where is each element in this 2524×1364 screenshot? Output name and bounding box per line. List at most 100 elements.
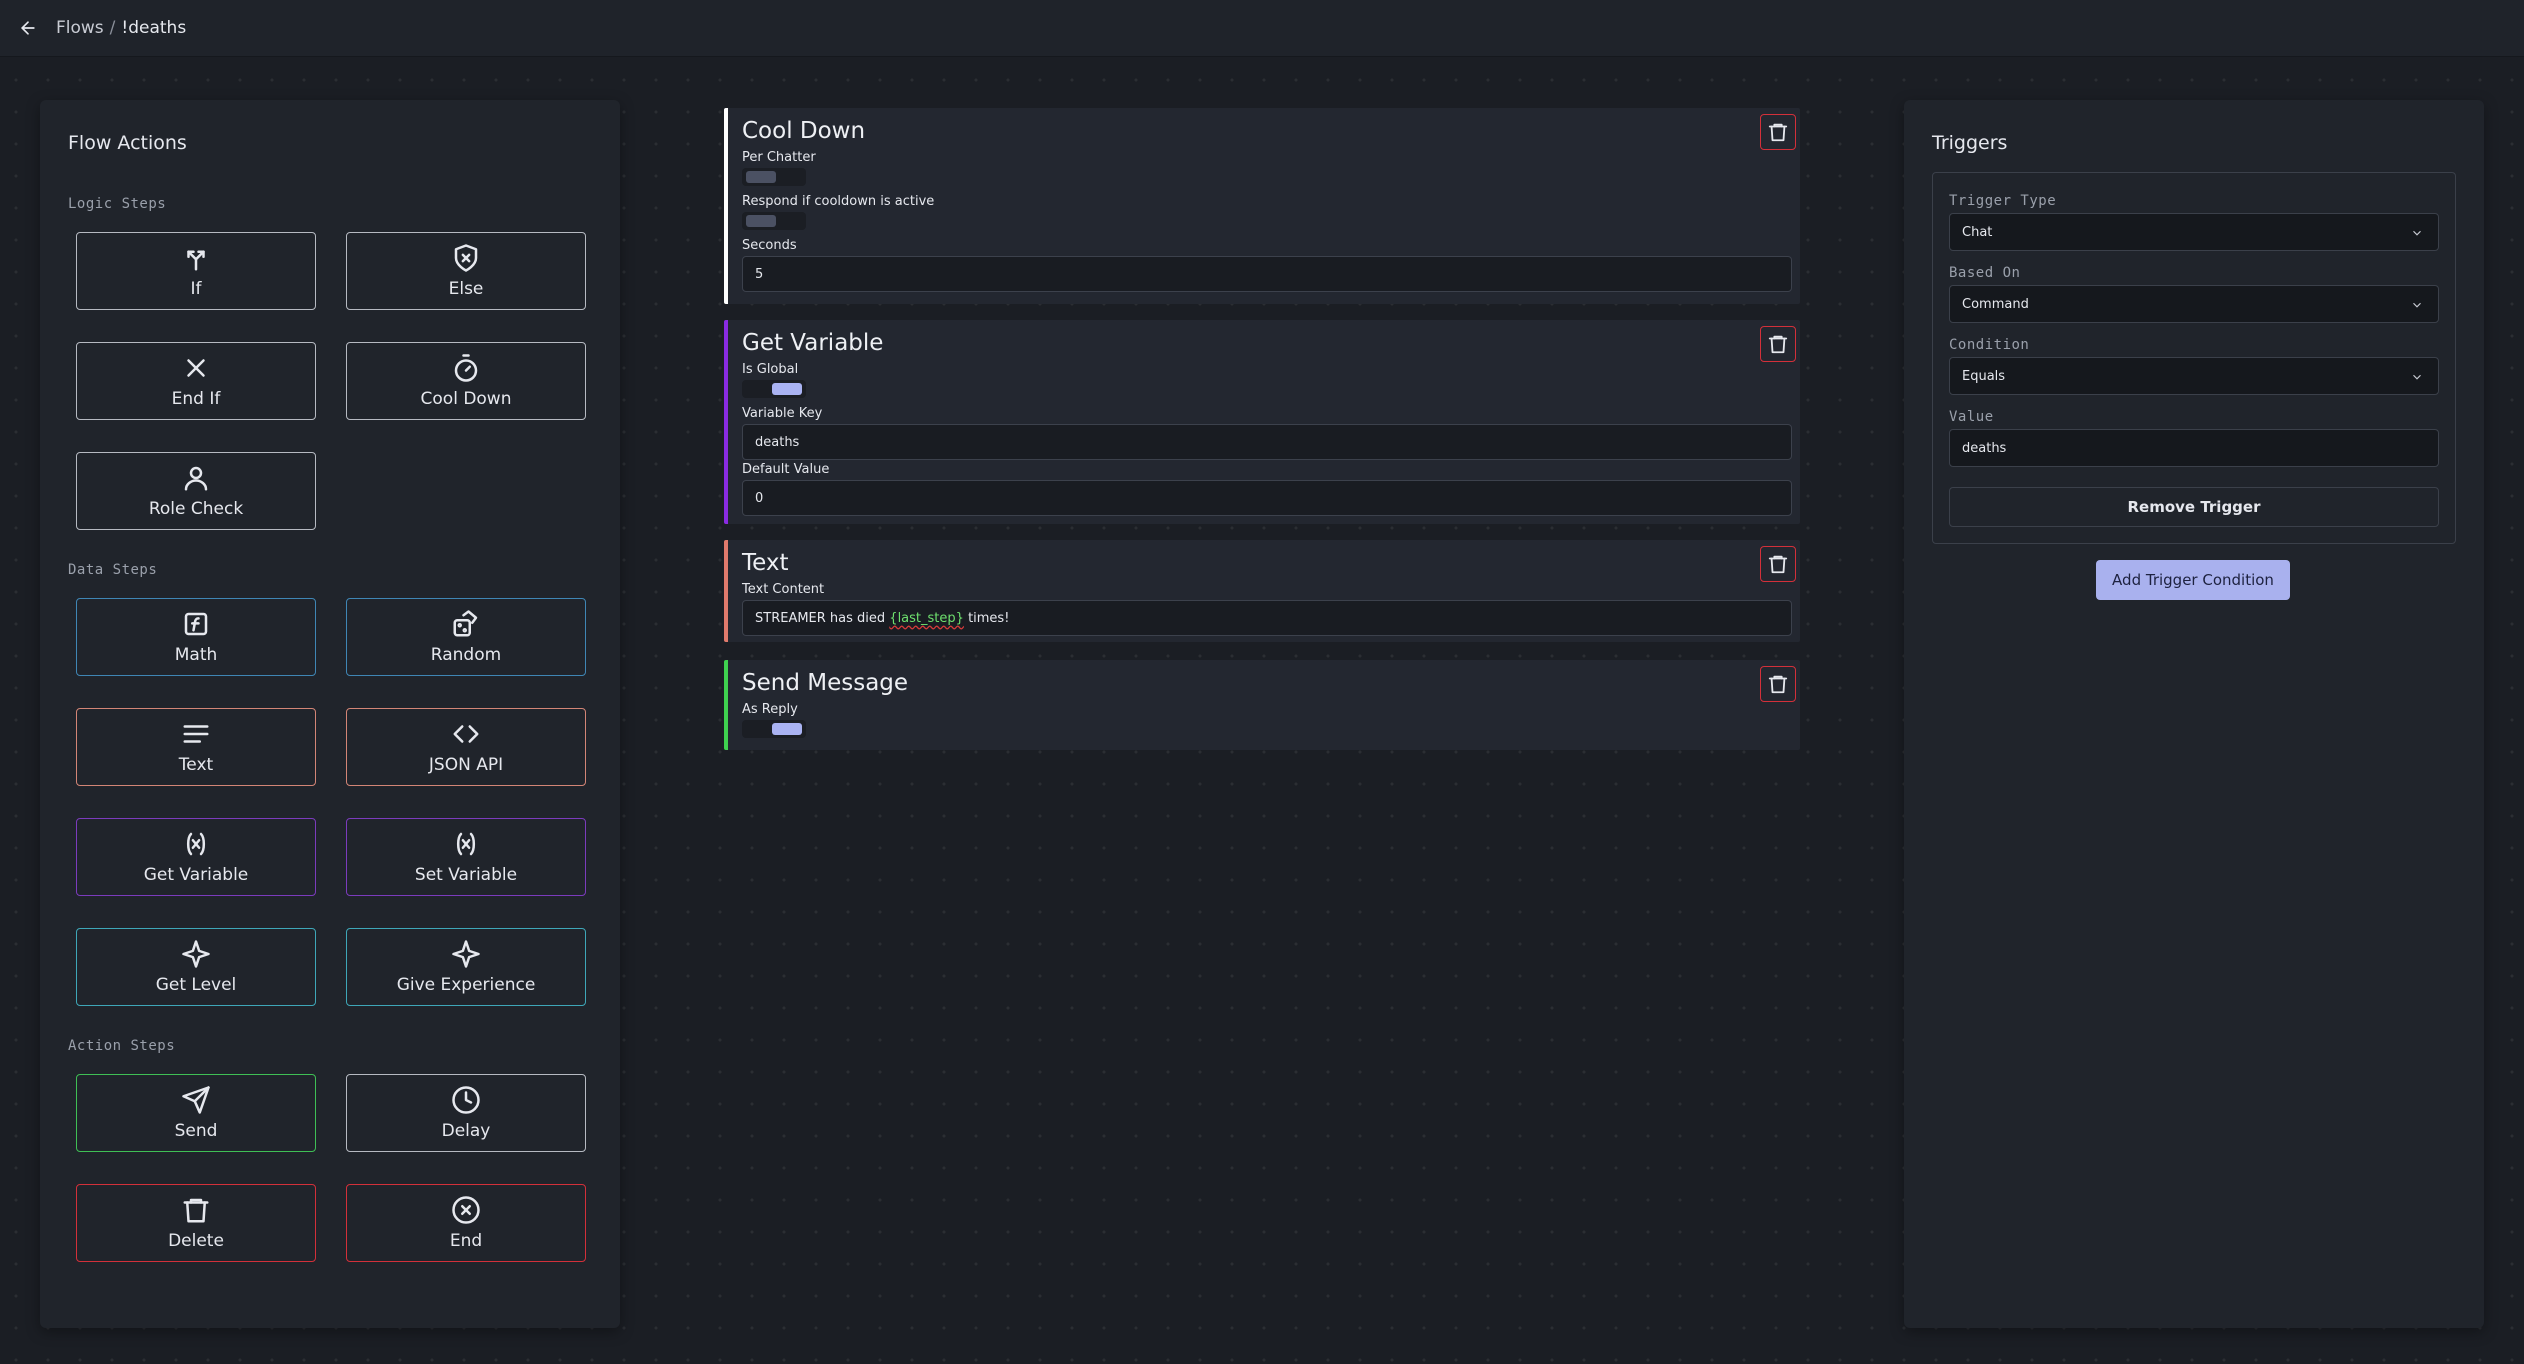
default-value-input[interactable]: 0: [742, 480, 1792, 516]
toggle-knob: [772, 723, 802, 735]
seconds-input[interactable]: 5: [742, 256, 1792, 292]
delete-step-button[interactable]: [1760, 114, 1796, 150]
chevron-down-icon: [2410, 226, 2424, 240]
role-check-button[interactable]: Role Check: [76, 452, 316, 530]
based-on-value: Command: [1962, 296, 2029, 312]
breadcrumb-flows[interactable]: Flows: [56, 18, 104, 38]
dice-icon: [453, 610, 478, 637]
cool-down-card: Cool Down Per Chatter Respond if cooldow…: [724, 108, 1800, 304]
variable-key-input[interactable]: deaths: [742, 424, 1792, 460]
give-experience-button[interactable]: Give Experience: [346, 928, 586, 1006]
cool-down-title: Cool Down: [742, 118, 866, 144]
condition-value: Equals: [1962, 368, 2006, 384]
else-button[interactable]: Else: [346, 232, 586, 310]
sparkle-icon: [182, 940, 210, 968]
delete-step-button[interactable]: [1760, 546, 1796, 582]
trigger-type-select[interactable]: Chat: [1949, 213, 2439, 251]
trash-icon: [183, 1198, 209, 1223]
text-content-before: STREAMER has died: [755, 610, 886, 626]
math-button[interactable]: Math: [76, 598, 316, 676]
trigger-type-value: Chat: [1962, 224, 1993, 240]
delete-step-button[interactable]: [1760, 666, 1796, 702]
delay-label: Delay: [441, 1121, 491, 1141]
flow-actions-panel: Flow Actions Logic Steps If Else End If …: [40, 100, 620, 1328]
random-button[interactable]: Random: [346, 598, 586, 676]
is-global-toggle[interactable]: [742, 380, 806, 398]
triggers-panel: Triggers Trigger Type Chat Based On Comm…: [1904, 100, 2484, 1328]
text-label: Text: [178, 755, 214, 775]
random-label: Random: [430, 645, 502, 665]
trigger-condition-box: Trigger Type Chat Based On Command Condi…: [1932, 172, 2456, 544]
give-experience-label: Give Experience: [396, 975, 536, 995]
respond-if-cooldown-label: Respond if cooldown is active: [742, 194, 935, 209]
value-input[interactable]: deaths: [1949, 429, 2439, 467]
trigger-type-label: Trigger Type: [1949, 193, 2057, 209]
send-message-title: Send Message: [742, 670, 909, 696]
cool-down-button[interactable]: Cool Down: [346, 342, 586, 420]
delay-button[interactable]: Delay: [346, 1074, 586, 1152]
get-variable-button[interactable]: Get Variable: [76, 818, 316, 896]
get-variable-title: Get Variable: [742, 330, 884, 356]
send-message-card: Send Message As Reply: [724, 660, 1800, 750]
chevron-down-icon: [2410, 370, 2424, 384]
condition-select[interactable]: Equals: [1949, 357, 2439, 395]
variable-key-label: Variable Key: [742, 406, 823, 421]
user-icon: [184, 466, 208, 491]
trash-icon: [1768, 675, 1788, 694]
chevron-down-icon: [2410, 298, 2424, 312]
logic-steps-label: Logic Steps: [68, 196, 167, 212]
get-variable-label: Get Variable: [143, 865, 249, 885]
respond-if-cooldown-toggle[interactable]: [742, 212, 806, 230]
variable-icon: [456, 832, 476, 856]
action-steps-label: Action Steps: [68, 1038, 176, 1054]
send-button[interactable]: Send: [76, 1074, 316, 1152]
as-reply-toggle[interactable]: [742, 720, 806, 738]
delete-step-button[interactable]: [1760, 326, 1796, 362]
end-if-button[interactable]: End If: [76, 342, 316, 420]
else-label: Else: [448, 279, 484, 299]
function-icon: [184, 612, 208, 636]
flow-actions-title: Flow Actions: [68, 132, 187, 154]
set-variable-button[interactable]: Set Variable: [346, 818, 586, 896]
text-content-after: times!: [968, 610, 1010, 626]
trigger-value: deaths: [1962, 440, 2007, 456]
end-label: End: [449, 1231, 483, 1251]
if-button[interactable]: If: [76, 232, 316, 310]
triggers-title: Triggers: [1932, 132, 2008, 154]
json-api-button[interactable]: JSON API: [346, 708, 586, 786]
breadcrumb-separator: /: [109, 18, 116, 38]
x-icon: [187, 359, 205, 377]
as-reply-label: As Reply: [742, 702, 798, 717]
condition-label: Condition: [1949, 337, 2030, 353]
back-button[interactable]: [16, 16, 40, 40]
based-on-select[interactable]: Command: [1949, 285, 2439, 323]
toggle-knob: [746, 215, 776, 227]
is-global-label: Is Global: [742, 362, 799, 377]
default-value-label: Default Value: [742, 462, 830, 477]
breadcrumb-current: !deaths: [121, 18, 187, 38]
text-content-input[interactable]: STREAMER has died {last_step} times!: [742, 600, 1792, 636]
get-level-label: Get Level: [155, 975, 237, 995]
breadcrumb: Flows / !deaths: [56, 18, 186, 38]
get-level-button[interactable]: Get Level: [76, 928, 316, 1006]
code-icon: [453, 725, 479, 743]
text-card: Text Text Content STREAMER has died {las…: [724, 540, 1800, 642]
send-icon: [182, 1086, 210, 1114]
role-check-label: Role Check: [148, 499, 244, 519]
end-if-label: End If: [171, 389, 221, 409]
if-label: If: [190, 279, 202, 299]
add-trigger-condition-button[interactable]: Add Trigger Condition: [2096, 560, 2290, 600]
math-label: Math: [174, 645, 218, 665]
text-lines-icon: [183, 725, 209, 743]
per-chatter-label: Per Chatter: [742, 150, 816, 165]
end-button[interactable]: End: [346, 1184, 586, 1262]
text-content-label: Text Content: [742, 582, 825, 597]
json-api-label: JSON API: [428, 755, 504, 775]
value-label: Value: [1949, 409, 1994, 425]
delete-button[interactable]: Delete: [76, 1184, 316, 1262]
text-button[interactable]: Text: [76, 708, 316, 786]
remove-trigger-button[interactable]: Remove Trigger: [1949, 487, 2439, 527]
sparkle-icon: [452, 940, 480, 968]
per-chatter-toggle[interactable]: [742, 168, 806, 186]
set-variable-label: Set Variable: [414, 865, 518, 885]
